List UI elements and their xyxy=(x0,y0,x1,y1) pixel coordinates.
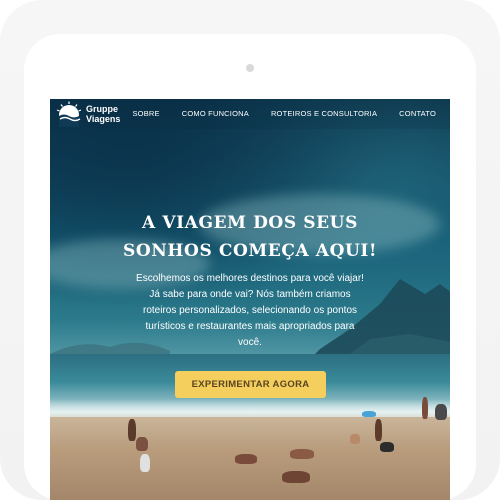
beachgoer xyxy=(128,419,136,441)
nav-item-sobre[interactable]: SOBRE xyxy=(132,109,159,118)
try-now-button[interactable]: EXPERIMENTAR AGORA xyxy=(175,371,326,398)
beachgoer xyxy=(380,442,394,452)
hero-title: A VIAGEM DOS SEUS SONHOS COMEÇA AQUI! xyxy=(50,209,450,265)
nav-item-contato[interactable]: CONTATO xyxy=(399,109,436,118)
sun-over-waves-icon xyxy=(56,101,82,127)
beachgoer xyxy=(350,434,360,444)
website-screen: Gruppe Viagens SOBRE COMO FUNCIONA ROTEI… xyxy=(50,99,450,500)
nav-links: SOBRE COMO FUNCIONA ROTEIROS E CONSULTOR… xyxy=(132,109,436,118)
beach-float xyxy=(362,411,376,417)
brand-name-line1: Gruppe xyxy=(86,104,119,114)
brand-name: Gruppe Viagens xyxy=(86,104,120,124)
beachgoer xyxy=(136,437,148,451)
brand-logo[interactable]: Gruppe Viagens xyxy=(56,101,120,127)
hero-description-line1: Escolhemos os melhores destinos para voc… xyxy=(136,273,364,284)
beachgoer xyxy=(435,404,447,420)
beachgoer xyxy=(282,471,310,483)
brand-name-line2: Viagens xyxy=(86,114,121,124)
beachgoer xyxy=(290,449,314,459)
camera-dot xyxy=(246,64,254,72)
hero-section: A VIAGEM DOS SEUS SONHOS COMEÇA AQUI! Es… xyxy=(50,209,450,351)
beachgoer xyxy=(422,397,428,419)
beachgoer xyxy=(375,419,382,441)
beachgoer xyxy=(140,454,150,472)
hero-title-line1: A VIAGEM DOS SEUS xyxy=(142,213,358,233)
nav-item-como-funciona[interactable]: COMO FUNCIONA xyxy=(182,109,249,118)
nav-item-roteiros-consultoria[interactable]: ROTEIROS E CONSULTORIA xyxy=(271,109,377,118)
top-navigation: Gruppe Viagens SOBRE COMO FUNCIONA ROTEI… xyxy=(50,99,450,129)
hero-title-line2: SONHOS COMEÇA AQUI! xyxy=(122,241,378,261)
hero-description-line2: Já sabe para onde vai? Nós também criamo… xyxy=(142,289,358,348)
beachgoer xyxy=(235,454,257,464)
hero-description: Escolhemos os melhores destinos para voc… xyxy=(135,271,365,351)
